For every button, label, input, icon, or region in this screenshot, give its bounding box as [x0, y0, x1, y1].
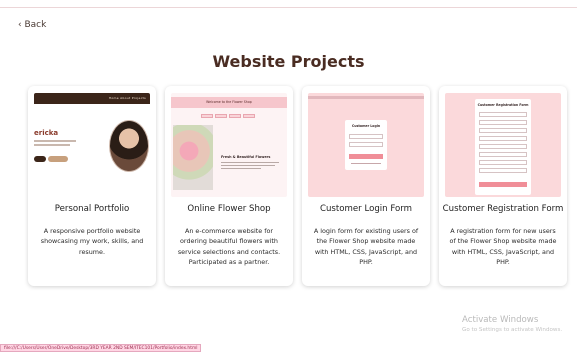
thumbnail-input [349, 134, 383, 139]
thumbnail-input [479, 128, 527, 133]
activate-windows-subtitle: Go to Settings to activate Windows. [462, 327, 563, 333]
profile-photo-icon [109, 120, 149, 172]
project-thumbnail: Customer Login [308, 93, 424, 197]
browser-status-url: file:///C:/Users/User/OneDrive/Desktop/3… [0, 344, 202, 352]
thumbnail-button [479, 182, 527, 187]
project-thumbnail: Home About Projects ericka [34, 93, 150, 197]
thumbnail-input [349, 142, 383, 147]
project-description: A login form for existing users of the F… [313, 227, 419, 266]
thumbnail-header-text: Welcome to the Flower Shop [206, 100, 252, 104]
thumbnail-button [34, 156, 46, 162]
thumbnail-input [479, 144, 527, 149]
thumbnail-input [479, 112, 527, 117]
project-description: A responsive portfolio website showcasin… [40, 227, 144, 256]
thumbnail-heading: Customer Login [351, 124, 381, 128]
activate-windows-title: Activate Windows [462, 315, 539, 325]
project-title: Customer Login Form [319, 204, 413, 214]
project-description: An e-commerce website for ordering beaut… [177, 227, 281, 266]
activate-windows-watermark: Activate Windows Go to Settings to activ… [462, 315, 562, 333]
flower-bouquet-icon [173, 125, 213, 190]
thumbnail-top-bar [308, 96, 424, 99]
thumbnail-button [349, 154, 383, 159]
thumbnail-nav-pill [215, 114, 227, 118]
thumbnail-heading: Fresh & Beautiful Flowers [221, 155, 271, 159]
thumbnail-button [48, 156, 68, 162]
back-link[interactable]: ‹ Back [18, 20, 46, 30]
thumbnail-nav-pill [229, 114, 241, 118]
thumbnail-text-line [221, 162, 279, 163]
thumbnail-input [479, 168, 527, 173]
page-title: Website Projects [212, 52, 365, 71]
project-card-personal-portfolio[interactable]: Home About Projects ericka Personal Port… [28, 86, 156, 286]
thumbnail-text-line [34, 144, 70, 146]
thumbnail-input [479, 160, 527, 165]
project-title: Online Flower Shop [187, 204, 271, 214]
thumbnail-text-line [351, 163, 381, 164]
thumbnail-text-line [34, 140, 76, 142]
thumbnail-input [479, 152, 527, 157]
project-card-customer-login-form[interactable]: Customer Login Customer Login Form A log… [302, 86, 430, 286]
thumbnail-input [479, 120, 527, 125]
project-grid: Home About Projects ericka Personal Port… [28, 86, 569, 288]
thumbnail-name: ericka [34, 129, 59, 137]
thumbnail-nav-pill [201, 114, 213, 118]
thumbnail-navbar: Home About Projects [34, 93, 150, 104]
thumbnail-heading: Customer Registration Form [477, 103, 529, 107]
thumbnail-text-line [221, 165, 275, 166]
project-card-online-flower-shop[interactable]: Welcome to the Flower Shop Fresh & Beaut… [165, 86, 293, 286]
thumbnail-text-line [221, 168, 261, 169]
thumbnail-input [479, 136, 527, 141]
top-divider [0, 7, 577, 8]
project-title: Personal Portfolio [54, 204, 130, 214]
project-description: A registration form for new users of the… [449, 227, 557, 266]
project-thumbnail: Customer Registration Form [445, 93, 561, 197]
thumbnail-nav-pill [243, 114, 255, 118]
project-title: Customer Registration Form [442, 204, 564, 214]
project-thumbnail: Welcome to the Flower Shop Fresh & Beaut… [171, 93, 287, 197]
project-card-customer-registration-form[interactable]: Customer Registration Form Customer Regi… [439, 86, 567, 286]
thumbnail-nav-links: Home About Projects [108, 96, 146, 100]
